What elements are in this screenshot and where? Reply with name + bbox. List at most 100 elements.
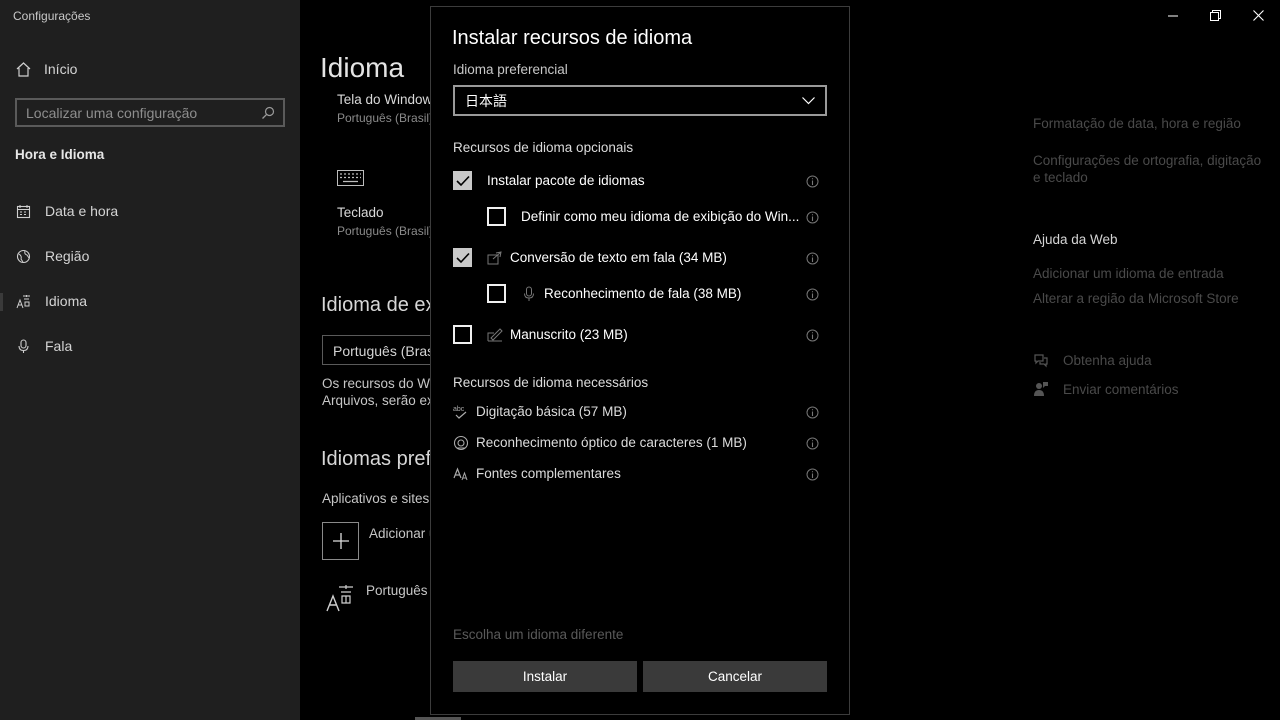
sidebar-item-language[interactable]: Idioma — [0, 283, 300, 319]
option-handwriting[interactable]: Manuscrito (23 MB) — [431, 323, 851, 347]
active-indicator — [0, 293, 3, 311]
home-label: Início — [44, 61, 78, 77]
link-store-region[interactable]: Alterar a região da Microsoft Store — [1033, 290, 1263, 307]
speech-recognition-label: Reconhecimento de fala (38 MB) — [544, 286, 742, 301]
option-speech-recognition[interactable]: Reconhecimento de fala (38 MB) — [431, 282, 851, 306]
link-add-input-language[interactable]: Adicionar um idioma de entrada — [1033, 265, 1263, 282]
preferred-languages-heading: Idiomas prefe — [321, 448, 443, 470]
language-list-item[interactable]: Português ( — [366, 582, 436, 599]
get-help-label: Obtenha ajuda — [1063, 352, 1152, 368]
info-icon[interactable] — [806, 288, 819, 301]
install-button[interactable]: Instalar — [453, 661, 637, 692]
language-pack-checkbox[interactable] — [453, 171, 472, 190]
preferred-languages-text: Aplicativos e sites a — [322, 491, 441, 506]
info-icon[interactable] — [806, 437, 819, 450]
svg-text:abc: abc — [453, 406, 465, 413]
option-text-to-speech[interactable]: Conversão de texto em fala (34 MB) — [431, 246, 851, 270]
sidebar-item-label: Idioma — [45, 293, 88, 309]
calendar-icon — [16, 204, 31, 218]
info-icon[interactable] — [806, 468, 819, 481]
font-icon — [453, 467, 468, 481]
info-icon[interactable] — [806, 329, 819, 342]
get-help-link[interactable]: Obtenha ajuda — [1033, 352, 1152, 368]
option-language-pack[interactable]: Instalar pacote de idiomas — [431, 169, 851, 193]
info-icon[interactable] — [806, 175, 819, 188]
tile-keyboard-sub: Português (Brasil) — [337, 224, 434, 238]
info-icon[interactable] — [806, 211, 819, 224]
supplemental-fonts-label: Fontes complementares — [476, 466, 621, 481]
sidebar-item-region[interactable]: Região — [0, 238, 300, 274]
handwriting-icon — [487, 328, 503, 342]
checkmark-icon — [455, 252, 470, 263]
text-to-speech-checkbox[interactable] — [453, 248, 472, 267]
basic-typing-label: Digitação básica (57 MB) — [476, 404, 627, 419]
right-faded-link-top — [1033, 80, 1093, 92]
microphone-icon — [18, 338, 29, 353]
close-icon — [1252, 10, 1264, 21]
dialog-title: Instalar recursos de idioma — [452, 27, 693, 49]
info-icon[interactable] — [806, 252, 819, 265]
keyboard-icon — [337, 170, 364, 186]
handwriting-label: Manuscrito (23 MB) — [510, 327, 628, 342]
language-icon — [16, 294, 30, 308]
section-title: Hora e Idioma — [15, 147, 105, 162]
tile-windows-display-sub: Português (Brasil) — [337, 111, 434, 125]
search-input[interactable] — [26, 104, 261, 121]
ocr-label: Reconhecimento óptico de caracteres (1 M… — [476, 435, 747, 450]
option-set-display-language[interactable]: Definir como meu idioma de exibição do W… — [431, 205, 851, 229]
display-language-text-2: Arquivos, serão exi — [322, 393, 437, 408]
link-date-format[interactable]: Formatação de data, hora e região — [1033, 115, 1263, 132]
send-feedback-link[interactable]: Enviar comentários — [1033, 381, 1179, 397]
web-help-title: Ajuda da Web — [1033, 232, 1118, 247]
restore-button[interactable] — [1192, 0, 1238, 31]
preferred-language-label: Idioma preferencial — [453, 62, 568, 77]
search-box[interactable] — [15, 98, 285, 127]
set-display-language-label: Definir como meu idioma de exibição do W… — [521, 209, 800, 224]
sidebar-item-date-time[interactable]: Data e hora — [0, 193, 300, 229]
chevron-down-icon — [802, 96, 815, 104]
home-nav-item[interactable]: Início — [15, 58, 77, 80]
ocr-icon — [453, 435, 469, 451]
sidebar: Configurações Início Hora e Idioma Data … — [0, 0, 300, 720]
info-icon[interactable] — [806, 406, 819, 419]
tile-keyboard-label[interactable]: Teclado — [337, 205, 384, 220]
link-spelling-settings[interactable]: Configurações de ortografia, digitação e… — [1033, 152, 1263, 186]
add-language-button[interactable] — [322, 522, 359, 560]
required-features-title: Recursos de idioma necessários — [453, 375, 649, 390]
language-glyph-icon — [326, 585, 353, 612]
add-language-label[interactable]: Adicionar u — [369, 525, 437, 542]
page-title: Idioma — [320, 52, 405, 83]
speech-icon — [487, 251, 502, 265]
microphone-icon — [524, 286, 534, 301]
send-feedback-label: Enviar comentários — [1063, 381, 1179, 397]
sidebar-item-label: Fala — [45, 338, 73, 354]
cancel-button[interactable]: Cancelar — [643, 661, 827, 692]
optional-features-title: Recursos de idioma opcionais — [453, 140, 634, 155]
language-pack-label: Instalar pacote de idiomas — [487, 173, 645, 188]
restore-icon — [1209, 10, 1221, 21]
preferred-language-dropdown[interactable]: 日本語 — [453, 85, 827, 116]
feedback-icon — [1034, 382, 1048, 396]
checkmark-icon — [455, 175, 470, 186]
tile-windows-display-label[interactable]: Tela do Windows — [337, 92, 439, 107]
plus-icon — [332, 533, 349, 549]
sidebar-item-speech[interactable]: Fala — [0, 328, 300, 364]
globe-icon — [16, 249, 31, 263]
install-language-dialog: Instalar recursos de idioma Idioma prefe… — [430, 6, 850, 715]
sidebar-item-label: Data e hora — [45, 203, 119, 219]
app-title: Configurações — [13, 9, 91, 23]
minimize-icon — [1168, 15, 1178, 16]
choose-different-language-link[interactable]: Escolha um idioma diferente — [453, 627, 623, 642]
speech-recognition-checkbox[interactable] — [487, 284, 506, 303]
close-button[interactable] — [1235, 0, 1280, 31]
sidebar-item-label: Região — [45, 248, 90, 264]
minimize-button[interactable] — [1150, 0, 1196, 31]
handwriting-checkbox[interactable] — [453, 325, 472, 344]
spellcheck-icon: abc — [453, 406, 467, 419]
set-display-language-checkbox[interactable] — [487, 207, 506, 226]
preferred-language-value: 日本語 — [465, 92, 507, 109]
display-language-heading: Idioma de exi — [321, 294, 440, 316]
search-icon[interactable] — [261, 106, 275, 120]
home-icon — [16, 61, 31, 77]
text-to-speech-label: Conversão de texto em fala (34 MB) — [510, 250, 727, 265]
